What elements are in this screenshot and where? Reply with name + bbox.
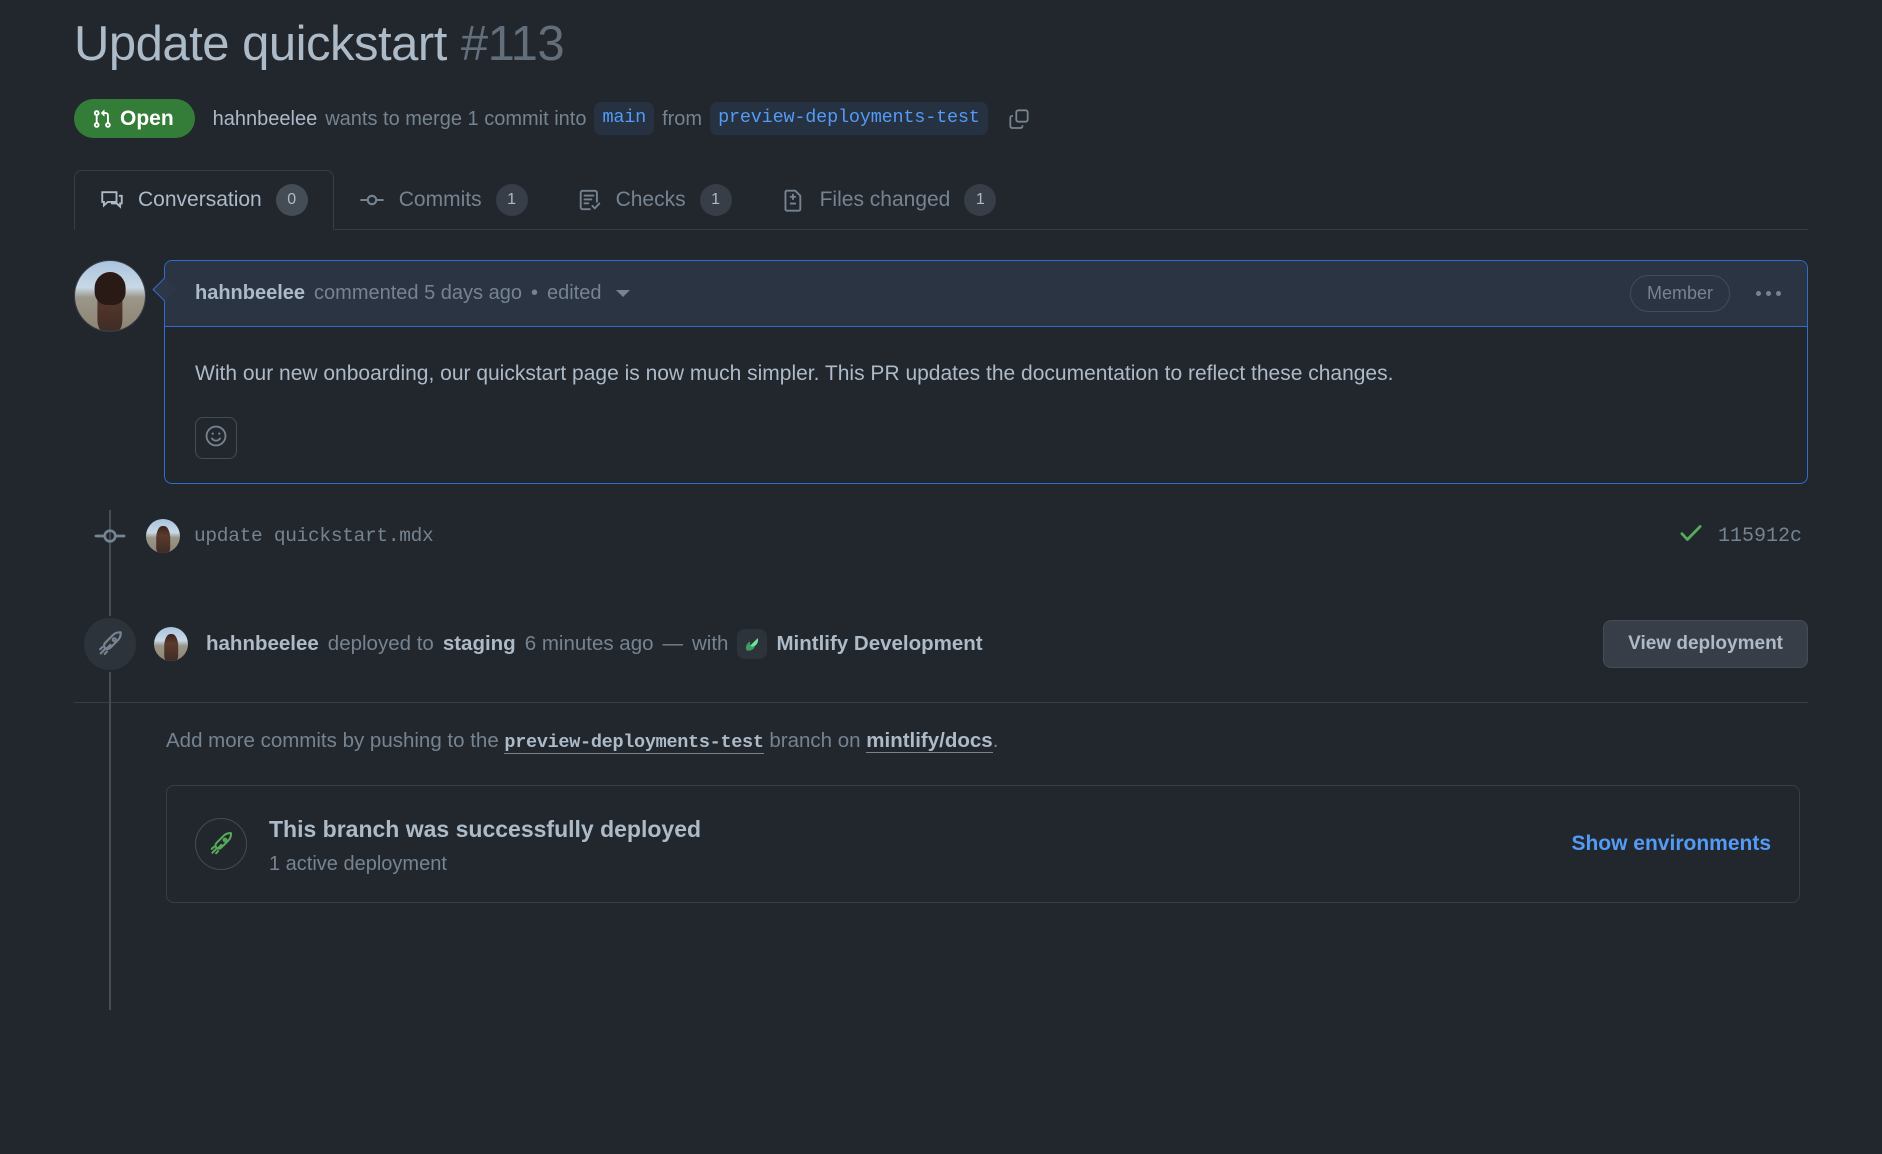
tab-checks[interactable]: Checks 1 <box>553 170 757 229</box>
pr-number: #113 <box>461 16 564 72</box>
tab-checks-count: 1 <box>700 184 732 216</box>
comment-header: hahnbeelee commented 5 days ago • edited… <box>165 261 1807 327</box>
comment-actions: Member <box>1630 275 1785 312</box>
comment-discussion-icon <box>100 188 124 212</box>
pr-meta-row: Open hahnbeelee wants to merge 1 commit … <box>74 99 1808 138</box>
comment-author[interactable]: hahnbeelee <box>195 282 305 305</box>
git-commit-icon <box>359 187 385 213</box>
kebab-menu-icon[interactable] <box>1752 285 1785 302</box>
status-badge: Open <box>74 99 195 138</box>
smiley-icon <box>204 424 228 453</box>
tab-checks-label: Checks <box>616 188 686 212</box>
tab-commits[interactable]: Commits 1 <box>334 170 553 229</box>
deploy-app-name: Mintlify Development <box>776 632 982 656</box>
tab-files-changed-label: Files changed <box>820 188 951 212</box>
page-title: Update quickstart #113 <box>74 0 1808 75</box>
rocket-icon <box>82 616 138 672</box>
tab-files-changed[interactable]: Files changed 1 <box>757 170 1022 229</box>
add-commits-suffix: . <box>993 729 999 752</box>
avatar-subject <box>156 526 170 553</box>
view-deployment-button[interactable]: View deployment <box>1603 620 1808 668</box>
tab-conversation-label: Conversation <box>138 188 262 212</box>
tab-commits-count: 1 <box>496 184 528 216</box>
add-commits-prefix: Add more commits by pushing to the <box>166 729 499 752</box>
tab-conversation[interactable]: Conversation 0 <box>74 170 334 230</box>
deploy-author-avatar[interactable] <box>154 627 188 661</box>
timeline-deployment-item: hahnbeelee deployed to staging 6 minutes… <box>74 612 1808 676</box>
deploy-author-name[interactable]: hahnbeelee <box>206 632 319 656</box>
deploy-environment: staging <box>443 632 516 656</box>
deploy-dash: — <box>663 632 684 656</box>
commit-node-icon <box>74 519 146 553</box>
merge-text-middle: from <box>662 105 702 133</box>
pr-author-name[interactable]: hahnbeelee <box>213 105 318 133</box>
commit-message[interactable]: update quickstart.mdx <box>194 525 433 547</box>
comment-timestamp: commented 5 days ago <box>314 282 522 305</box>
file-diff-icon <box>782 188 806 212</box>
timeline-connector <box>109 510 111 1010</box>
deployment-status-title: This branch was successfully deployed <box>269 812 701 847</box>
pr-title-text: Update quickstart <box>74 14 447 75</box>
merge-text-before: wants to merge 1 commit into <box>325 105 586 133</box>
commit-status: 115912c <box>1678 520 1808 553</box>
tab-commits-label: Commits <box>399 188 482 212</box>
deployment-status-subtitle: 1 active deployment <box>269 853 701 876</box>
comment-edited-label[interactable]: edited <box>547 282 602 305</box>
comment-card: hahnbeelee commented 5 days ago • edited… <box>164 260 1808 484</box>
timeline-divider <box>74 702 1808 703</box>
chevron-down-icon[interactable] <box>616 290 630 297</box>
pull-request-icon <box>92 109 112 129</box>
pull-request-page: Update quickstart #113 Open hahnbeelee w… <box>0 0 1882 1154</box>
copy-icon[interactable] <box>1004 104 1034 134</box>
rocket-icon <box>195 818 247 870</box>
deploy-with-label: with <box>692 632 728 656</box>
timeline-commit-item: update quickstart.mdx 115912c <box>74 504 1808 568</box>
avatar[interactable] <box>74 260 146 332</box>
check-icon[interactable] <box>1678 520 1704 553</box>
show-environments-link[interactable]: Show environments <box>1571 832 1771 856</box>
avatar-hair <box>95 272 126 304</box>
head-branch-chip[interactable]: preview-deployments-test <box>710 102 988 135</box>
commit-author-avatar[interactable] <box>146 519 180 553</box>
deploy-time: 6 minutes ago <box>525 632 654 656</box>
merge-description: hahnbeelee wants to merge 1 commit into … <box>213 102 1034 135</box>
tab-files-changed-count: 1 <box>964 184 996 216</box>
add-commits-branch-link[interactable]: preview-deployments-test <box>504 732 763 754</box>
deployment-status-panel: This branch was successfully deployed 1 … <box>166 785 1800 903</box>
pr-timeline: hahnbeelee commented 5 days ago • edited… <box>74 260 1808 903</box>
add-commits-middle: branch on <box>769 729 860 752</box>
deployment-description: hahnbeelee deployed to staging 6 minutes… <box>206 629 983 659</box>
deployment-status-text: This branch was successfully deployed 1 … <box>269 812 701 876</box>
avatar-subject <box>164 634 178 661</box>
base-branch-chip[interactable]: main <box>594 102 654 135</box>
status-badge-label: Open <box>120 108 174 129</box>
tab-conversation-count: 0 <box>276 184 308 216</box>
checklist-icon <box>578 188 602 212</box>
pr-tab-bar: Conversation 0 Commits 1 C <box>74 170 1808 230</box>
mintlify-icon <box>737 629 767 659</box>
add-commits-repo-link[interactable]: mintlify/docs <box>866 729 992 753</box>
member-badge: Member <box>1630 275 1730 312</box>
comment-body: With our new onboarding, our quickstart … <box>165 327 1745 405</box>
add-commits-hint: Add more commits by pushing to the previ… <box>74 729 1808 753</box>
comment-separator: • <box>531 282 538 305</box>
comment-meta: hahnbeelee commented 5 days ago • edited <box>195 282 630 305</box>
comment-thread: hahnbeelee commented 5 days ago • edited… <box>74 260 1808 484</box>
add-reaction-button[interactable] <box>195 417 237 459</box>
deploy-action-label: deployed to <box>328 632 434 656</box>
commit-sha[interactable]: 115912c <box>1718 525 1802 548</box>
